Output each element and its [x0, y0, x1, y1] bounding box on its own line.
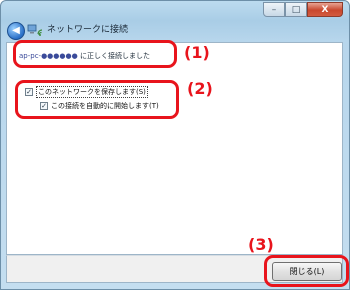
caption-buttons: – □ X [263, 2, 343, 17]
close-icon: X [321, 4, 329, 15]
back-arrow-icon: ◀ [12, 25, 20, 36]
annotation-box-1 [13, 40, 177, 68]
annotation-box-3 [264, 255, 349, 287]
close-window-button[interactable]: X [307, 2, 343, 17]
annotation-label-2: (2) [187, 79, 213, 98]
dialog-content [6, 42, 343, 255]
maximize-button[interactable]: □ [285, 2, 307, 17]
annotation-label-1: (1) [184, 43, 210, 62]
network-icon [27, 24, 43, 36]
back-button[interactable]: ◀ [7, 22, 25, 40]
annotation-label-3: (3) [248, 235, 274, 254]
minimize-button[interactable]: – [263, 2, 285, 17]
annotation-box-2 [15, 80, 179, 119]
window-title: ネットワークに接続 [47, 25, 129, 35]
minimize-icon: – [271, 4, 277, 15]
maximize-icon: □ [291, 4, 301, 15]
